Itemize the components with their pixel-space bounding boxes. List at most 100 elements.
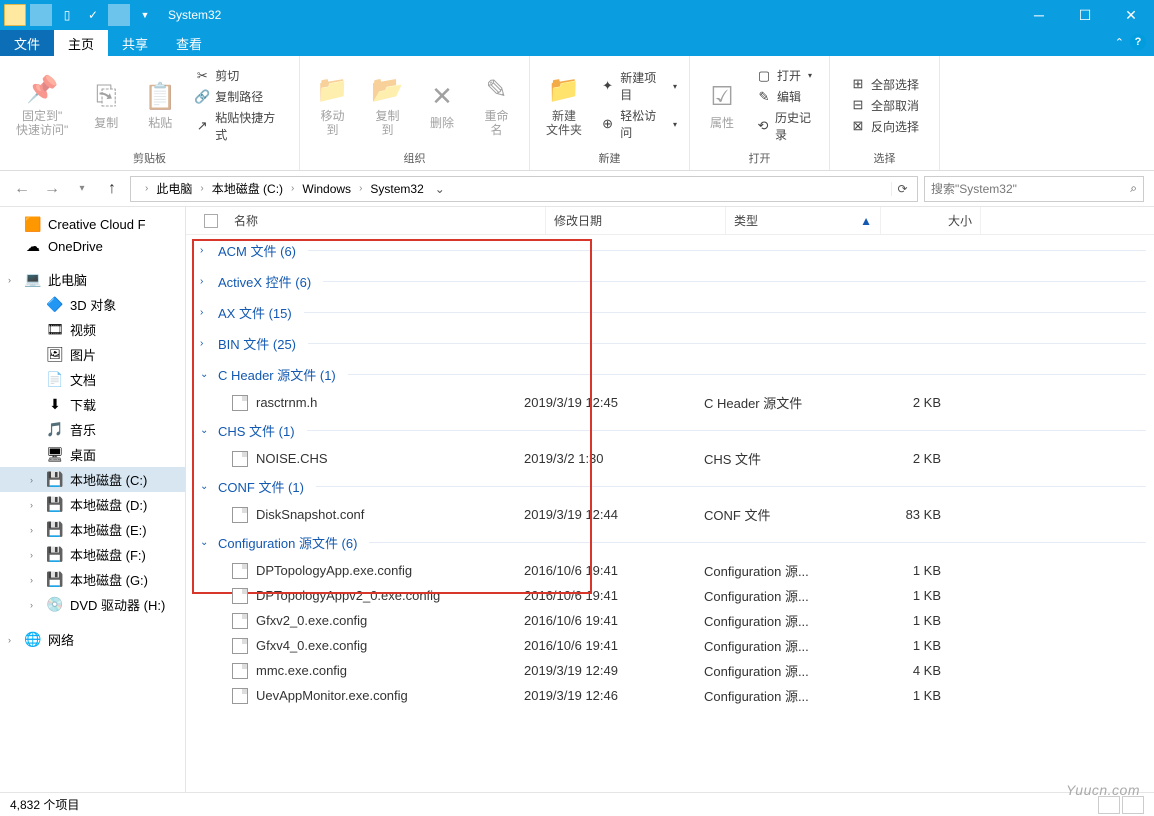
delete-button[interactable]: ✕删除 — [418, 76, 466, 134]
forward-button[interactable]: → — [40, 177, 64, 201]
address-bar[interactable]: › 此电脑› 本地磁盘 (C:)› Windows› System32 ⌄ ⟳ — [130, 176, 918, 202]
refresh-icon[interactable]: ⟳ — [891, 182, 913, 196]
tree-item[interactable]: 🖼图片 — [0, 342, 185, 367]
tree-item-icon: 💾 — [46, 472, 64, 488]
file-icon — [232, 507, 248, 523]
paste-button[interactable]: 📋 粘贴 — [136, 76, 184, 134]
file-row[interactable]: mmc.exe.config2019/3/19 12:49Configurati… — [186, 658, 1154, 683]
tab-share[interactable]: 共享 — [108, 30, 162, 56]
tab-file[interactable]: 文件 — [0, 30, 54, 56]
tree-item[interactable]: 🎞视频 — [0, 317, 185, 342]
col-size[interactable]: 大小 — [881, 207, 981, 234]
tab-view[interactable]: 查看 — [162, 30, 216, 56]
file-row[interactable]: DPTopologyApp.exe.config2016/10/6 19:41C… — [186, 558, 1154, 583]
new-folder-button[interactable]: 📁新建 文件夹 — [538, 69, 590, 141]
collapse-ribbon-icon[interactable]: ⌃ — [1115, 36, 1124, 49]
tree-item[interactable]: ›💾本地磁盘 (F:) — [0, 542, 185, 567]
tree-item[interactable]: ›💾本地磁盘 (E:) — [0, 517, 185, 542]
tree-item[interactable]: ›💾本地磁盘 (D:) — [0, 492, 185, 517]
help-icon[interactable]: ? — [1130, 34, 1146, 50]
tree-item[interactable]: 🔷3D 对象 — [0, 292, 185, 317]
close-button[interactable]: ✕ — [1108, 0, 1154, 30]
tree-item[interactable]: 📄文档 — [0, 367, 185, 392]
tree-item-label: OneDrive — [48, 239, 103, 254]
group-header[interactable]: ›ActiveX 控件 (6) — [186, 266, 1154, 297]
moveto-button[interactable]: 📁移动到 — [308, 69, 357, 141]
paste-icon: 📋 — [144, 80, 176, 112]
tree-item[interactable]: ›💿DVD 驱动器 (H:) — [0, 592, 185, 617]
file-row[interactable]: Gfxv2_0.exe.config2016/10/6 19:41Configu… — [186, 608, 1154, 633]
delete-icon: ✕ — [426, 80, 458, 112]
tree-item[interactable]: 🟧Creative Cloud F — [0, 213, 185, 235]
file-icon — [232, 613, 248, 629]
tree-item[interactable]: 🎵音乐 — [0, 417, 185, 442]
group-header[interactable]: ⌄CHS 文件 (1) — [186, 415, 1154, 446]
invert-select-button[interactable]: ⊠反向选择 — [846, 117, 923, 136]
select-all-checkbox[interactable] — [204, 214, 218, 228]
pin-button[interactable]: 📌 固定到" 快速访问" — [8, 69, 76, 141]
tree-item-label: 桌面 — [70, 445, 96, 464]
copy-path-button[interactable]: 🔗复制路径 — [190, 87, 291, 106]
recent-dropdown[interactable]: ▾ — [70, 177, 94, 201]
cut-button[interactable]: ✂剪切 — [190, 66, 291, 85]
tree-item[interactable]: ☁OneDrive — [0, 235, 185, 257]
copy-button[interactable]: ⎘ 复制 — [82, 76, 130, 134]
addr-dropdown-icon[interactable]: ⌄ — [432, 182, 448, 196]
tree-item-icon: 🎵 — [46, 422, 64, 438]
col-type[interactable]: 类型▲ — [726, 207, 881, 234]
tree-item[interactable]: ›🌐网络 — [0, 627, 185, 652]
tab-home[interactable]: 主页 — [54, 30, 108, 56]
folder-title-icon — [4, 4, 26, 26]
view-icons-button[interactable] — [1122, 796, 1144, 814]
file-row[interactable]: UevAppMonitor.exe.config2019/3/19 12:46C… — [186, 683, 1154, 708]
tree-item[interactable]: ›💻此电脑 — [0, 267, 185, 292]
properties-button[interactable]: ☑属性 — [698, 76, 746, 134]
col-name[interactable]: 名称 — [226, 207, 546, 234]
nav-tree[interactable]: 🟧Creative Cloud F☁OneDrive ›💻此电脑🔷3D 对象🎞视频… — [0, 207, 186, 792]
back-button[interactable]: ← — [10, 177, 34, 201]
group-header[interactable]: ›AX 文件 (15) — [186, 297, 1154, 328]
new-item-button[interactable]: ✦新建项目▾ — [596, 68, 681, 104]
tree-item[interactable]: ›💾本地磁盘 (G:) — [0, 567, 185, 592]
search-input[interactable]: 搜索"System32" ⌕ — [924, 176, 1144, 202]
tree-item[interactable]: ⬇下载 — [0, 392, 185, 417]
qat-item[interactable]: ✓ — [82, 4, 104, 26]
tree-item-icon: 🖥 — [46, 447, 64, 463]
minimize-button[interactable]: ─ — [1016, 0, 1062, 30]
rename-button[interactable]: ✎重命名 — [472, 69, 521, 141]
shortcut-icon: ↗ — [194, 118, 210, 134]
edit-button[interactable]: ✎编辑 — [752, 87, 821, 106]
qat-dropdown[interactable]: ▼ — [134, 4, 156, 26]
tree-item-icon: 💾 — [46, 547, 64, 563]
history-icon: ⟲ — [756, 118, 770, 134]
group-header[interactable]: ⌄CONF 文件 (1) — [186, 471, 1154, 502]
search-icon: ⌕ — [1130, 181, 1137, 196]
col-date[interactable]: 修改日期 — [546, 207, 726, 234]
group-header[interactable]: ›BIN 文件 (25) — [186, 328, 1154, 359]
select-all-button[interactable]: ⊞全部选择 — [846, 75, 923, 94]
tree-item[interactable]: 🖥 桌面 — [0, 442, 185, 467]
group-header[interactable]: ⌄Configuration 源文件 (6) — [186, 527, 1154, 558]
file-row[interactable]: DPTopologyAppv2_0.exe.config2016/10/6 19… — [186, 583, 1154, 608]
easy-access-button[interactable]: ⊕轻松访问▾ — [596, 106, 681, 142]
tree-item-icon: 💾 — [46, 522, 64, 538]
view-details-button[interactable] — [1098, 796, 1120, 814]
group-header[interactable]: ⌄C Header 源文件 (1) — [186, 359, 1154, 390]
paste-shortcut-button[interactable]: ↗粘贴快捷方式 — [190, 108, 291, 144]
qat-item[interactable]: ▯ — [56, 4, 78, 26]
window-title: System32 — [168, 8, 221, 22]
tree-item[interactable]: ›💾本地磁盘 (C:) — [0, 467, 185, 492]
tree-item-label: 视频 — [70, 320, 96, 339]
open-icon: ▢ — [756, 68, 772, 84]
group-header[interactable]: ›ACM 文件 (6) — [186, 235, 1154, 266]
history-button[interactable]: ⟲历史记录 — [752, 108, 821, 144]
file-row[interactable]: Gfxv4_0.exe.config2016/10/6 19:41Configu… — [186, 633, 1154, 658]
copyto-button[interactable]: 📂复制到 — [363, 69, 412, 141]
up-button[interactable]: ↑ — [100, 177, 124, 201]
maximize-button[interactable]: ☐ — [1062, 0, 1108, 30]
open-button[interactable]: ▢打开▾ — [752, 66, 821, 85]
file-row[interactable]: rasctrnm.h2019/3/19 12:45C Header 源文件2 K… — [186, 390, 1154, 415]
select-none-button[interactable]: ⊟全部取消 — [846, 96, 923, 115]
file-row[interactable]: DiskSnapshot.conf2019/3/19 12:44CONF 文件8… — [186, 502, 1154, 527]
file-row[interactable]: NOISE.CHS2019/3/2 1:30CHS 文件2 KB — [186, 446, 1154, 471]
